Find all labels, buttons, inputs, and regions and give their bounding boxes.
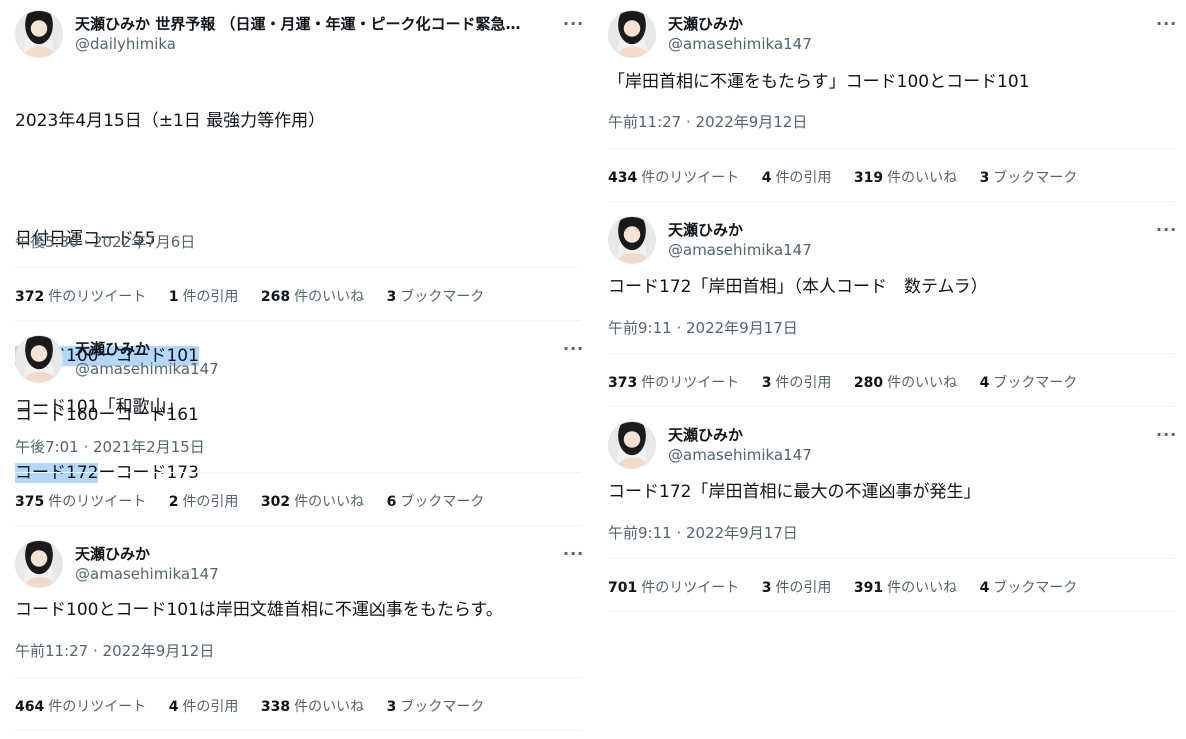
text-line	[15, 171, 325, 191]
likes-stat[interactable]: 302 件のいいね	[261, 494, 364, 510]
retweets-stat[interactable]: 375 件のリツイート	[15, 494, 146, 510]
profile-avatar[interactable]	[608, 10, 656, 58]
text-line: 2023年4月15日（±1日 最強力等作用）	[15, 111, 326, 131]
quotes-stat[interactable]: 3 件の引用	[762, 580, 832, 596]
display-name[interactable]: 天瀬ひみか	[75, 543, 150, 564]
tweet-card[interactable]: 天瀬ひみか @amasehimika147 ··· コード172「岸田首相に最大…	[608, 421, 1177, 616]
bookmarks-stat[interactable]: 3 ブックマーク	[980, 170, 1078, 186]
divider	[15, 267, 581, 268]
quotes-stat[interactable]: 2 件の引用	[169, 494, 239, 510]
quotes-stat[interactable]: 4 件の引用	[762, 170, 832, 186]
likes-stat[interactable]: 280 件のいいね	[854, 375, 957, 391]
user-handle[interactable]: @amasehimika147	[668, 35, 812, 53]
display-name[interactable]: 天瀬ひみか	[75, 338, 150, 359]
timestamp[interactable]: 午前9:11 · 2022年9月17日	[608, 522, 798, 543]
engagement-stats: 701 件のリツイート 3 件の引用 391 件のいいね 4 ブックマーク	[608, 577, 1095, 597]
timestamp[interactable]: 午後5:30 · 2022年7月6日	[15, 231, 195, 252]
display-name[interactable]: 天瀬ひみか	[668, 219, 743, 240]
tweet-text: コード172「岸田首相」（本人コード 数テムラ）	[608, 277, 988, 297]
more-horizontal-icon[interactable]: ···	[563, 16, 584, 32]
likes-stat[interactable]: 391 件のいいね	[854, 580, 957, 596]
tweet-card[interactable]: 天瀬ひみか @amasehimika147 ··· コード172「岸田首相」（本…	[608, 216, 1177, 411]
profile-avatar[interactable]	[608, 216, 656, 264]
divider	[15, 472, 581, 473]
retweets-stat[interactable]: 464 件のリツイート	[15, 699, 146, 715]
user-handle[interactable]: @dailyhimika	[75, 35, 176, 53]
retweets-stat[interactable]: 701 件のリツイート	[608, 580, 739, 596]
more-horizontal-icon[interactable]: ···	[563, 341, 584, 357]
tweet-card[interactable]: 天瀬ひみか @amasehimika147 ··· 「岸田首相に不運をもたらす」…	[608, 10, 1177, 205]
quotes-stat[interactable]: 3 件の引用	[762, 375, 832, 391]
tweet-card[interactable]: 天瀬ひみか 世界予報 （日運・月運・年運・ピーク化コード緊急警… @dailyh…	[15, 10, 584, 483]
tweet-text: 「岸田首相に不運をもたらす」コード100とコード101	[608, 72, 1030, 92]
engagement-stats: 373 件のリツイート 3 件の引用 280 件のいいね 4 ブックマーク	[608, 372, 1095, 392]
profile-avatar[interactable]	[15, 335, 63, 383]
user-handle[interactable]: @amasehimika147	[75, 360, 219, 378]
divider	[15, 320, 581, 321]
engagement-stats: 464 件のリツイート 4 件の引用 338 件のいいね 3 ブックマーク	[15, 696, 502, 716]
timestamp[interactable]: 午前11:27 · 2022年9月12日	[608, 111, 807, 132]
bookmarks-stat[interactable]: 6 ブックマーク	[387, 494, 485, 510]
tweet-text: コード100とコード101は岸田文雄首相に不運凶事をもたらす。	[15, 600, 503, 620]
display-name[interactable]: 天瀬ひみか	[668, 13, 743, 34]
engagement-stats: 372 件のリツイート 1 件の引用 268 件のいいね 3 ブックマーク	[15, 286, 502, 306]
profile-avatar[interactable]	[608, 421, 656, 469]
tweet-card[interactable]: 天瀬ひみか @amasehimika147 ··· コード101「和歌山」 午後…	[15, 335, 584, 526]
likes-stat[interactable]: 338 件のいいね	[261, 699, 364, 715]
user-handle[interactable]: @amasehimika147	[668, 241, 812, 259]
quotes-stat[interactable]: 1 件の引用	[169, 289, 239, 305]
divider	[608, 611, 1174, 612]
divider	[15, 730, 581, 731]
engagement-stats: 434 件のリツイート 4 件の引用 319 件のいいね 3 ブックマーク	[608, 167, 1095, 187]
likes-stat[interactable]: 268 件のいいね	[261, 289, 364, 305]
bookmarks-stat[interactable]: 4 ブックマーク	[980, 580, 1078, 596]
profile-avatar[interactable]	[15, 10, 63, 58]
retweets-stat[interactable]: 434 件のリツイート	[608, 170, 739, 186]
display-name[interactable]: 天瀬ひみか 世界予報 （日運・月運・年運・ピーク化コード緊急警…	[75, 13, 535, 34]
tweet-card[interactable]: 天瀬ひみか @amasehimika147 ··· コード100とコード101は…	[15, 540, 584, 735]
divider	[608, 558, 1174, 559]
bookmarks-stat[interactable]: 3 ブックマーク	[387, 699, 485, 715]
more-horizontal-icon[interactable]: ···	[1156, 16, 1177, 32]
more-horizontal-icon[interactable]: ···	[1156, 427, 1177, 443]
tweet-text: コード172「岸田首相に最大の不運凶事が発生」	[608, 482, 981, 502]
tweet-text: コード101「和歌山」	[15, 397, 184, 417]
divider	[608, 353, 1174, 354]
divider	[608, 148, 1174, 149]
user-handle[interactable]: @amasehimika147	[75, 565, 219, 583]
more-horizontal-icon[interactable]: ···	[563, 546, 584, 562]
bookmarks-stat[interactable]: 3 ブックマーク	[387, 289, 485, 305]
bookmarks-stat[interactable]: 4 ブックマーク	[980, 375, 1078, 391]
display-name[interactable]: 天瀬ひみか	[668, 424, 743, 445]
divider	[15, 677, 581, 678]
more-horizontal-icon[interactable]: ···	[1156, 222, 1177, 238]
timestamp[interactable]: 午前11:27 · 2022年9月12日	[15, 640, 214, 661]
retweets-stat[interactable]: 372 件のリツイート	[15, 289, 146, 305]
divider	[608, 406, 1174, 407]
divider	[608, 201, 1174, 202]
timestamp[interactable]: 午後7:01 · 2021年2月15日	[15, 436, 205, 457]
quotes-stat[interactable]: 4 件の引用	[169, 699, 239, 715]
profile-avatar[interactable]	[15, 540, 63, 588]
engagement-stats: 375 件のリツイート 2 件の引用 302 件のいいね 6 ブックマーク	[15, 491, 502, 511]
divider	[15, 525, 581, 526]
user-handle[interactable]: @amasehimika147	[668, 446, 812, 464]
likes-stat[interactable]: 319 件のいいね	[854, 170, 957, 186]
retweets-stat[interactable]: 373 件のリツイート	[608, 375, 739, 391]
timestamp[interactable]: 午前9:11 · 2022年9月17日	[608, 317, 798, 338]
